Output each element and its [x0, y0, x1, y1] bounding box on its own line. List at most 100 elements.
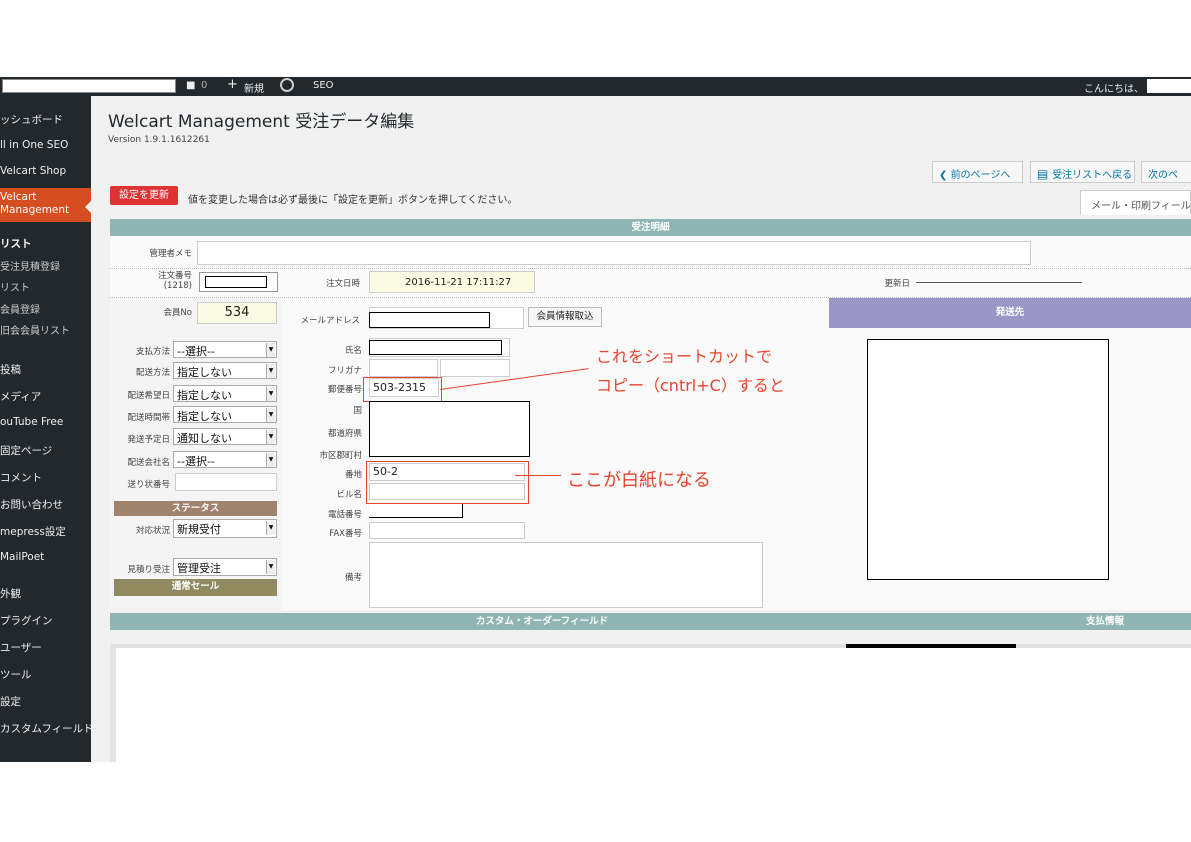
sidebar-item-dashboard[interactable]: ッシュボード [0, 112, 63, 127]
sidebar-sub-list[interactable]: リスト [0, 279, 30, 294]
greeting[interactable]: こんにちは、 [1084, 80, 1144, 95]
annotation-blank-note: ここが白紙になる [567, 470, 711, 491]
fax-input[interactable] [369, 522, 525, 539]
new-menu[interactable]: 新規 [244, 80, 264, 95]
furigana-last-input[interactable] [369, 359, 438, 377]
delivery-method-select[interactable]: 指定しない ▼ [173, 362, 277, 379]
carrier-select[interactable]: --選択-- ▼ [173, 451, 277, 468]
chevron-down-icon: ▼ [266, 343, 275, 357]
update-settings-button[interactable]: 設定を更新 [110, 186, 178, 205]
sidebar-item-welcart-shop[interactable]: Velcart Shop [0, 165, 66, 177]
delivery-time-label: 配送時間帯 [127, 413, 170, 423]
address-label: 番地 [344, 470, 362, 480]
zip-label: 郵便番号 [327, 385, 362, 395]
sidebar-sub-member-register[interactable]: 会員登録 [0, 301, 40, 316]
sidebar-item-media[interactable]: メディア [0, 389, 41, 404]
sidebar-item-aioseo[interactable]: ll in One SEO [0, 139, 68, 151]
sidebar-item-settings[interactable]: 設定 [0, 694, 21, 709]
next-page-button[interactable]: 次のペ [1141, 161, 1191, 183]
delivery-date-label: 配送希望日 [127, 391, 170, 401]
sidebar-item-pages[interactable]: 固定ページ [0, 443, 52, 458]
status-select[interactable]: 新規受付 ▼ [173, 519, 277, 538]
ship-schedule-label: 発送予定日 [127, 435, 170, 445]
prev-page-button[interactable]: ❮ 前のページへ [932, 161, 1023, 183]
chevron-down-icon: ▼ [266, 453, 275, 467]
shipping-to-header: 発送先 [829, 298, 1191, 328]
lower-redacted-bar [846, 644, 1016, 648]
admin-bar: ■ 0 + 新規 SEO こんにちは、 [0, 77, 1191, 96]
member-fetch-button[interactable]: 会員情報取込 [528, 307, 602, 327]
email-redacted [369, 312, 490, 328]
status-label: 対応状況 [135, 526, 170, 536]
chevron-down-icon: ▼ [266, 364, 275, 378]
admin-memo-input[interactable] [197, 241, 1031, 265]
sidebar-item-custom-fields[interactable]: カスタムフィールド [0, 721, 94, 736]
sidebar-item-mailpoet[interactable]: MailPoet [0, 551, 44, 563]
order-number-sub: (1218) [163, 281, 192, 291]
sale-header: 通常セール [114, 579, 277, 596]
sidebar-item-posts[interactable]: 投稿 [0, 362, 21, 377]
seo-gear-icon[interactable] [280, 78, 294, 92]
address-highlight [366, 461, 529, 504]
site-name-redacted[interactable] [2, 79, 176, 93]
sidebar-sub-list-header[interactable]: リスト [0, 236, 32, 251]
chevron-down-icon: ▼ [266, 521, 275, 535]
screenshot-stage: ■ 0 + 新規 SEO こんにちは、 ッシュボード ll in One SEO… [0, 0, 1191, 842]
user-name-redacted[interactable] [1147, 79, 1191, 93]
delivery-time-select[interactable]: 指定しない ▼ [173, 406, 277, 423]
sidebar-item-tools[interactable]: ツール [0, 667, 32, 682]
chevron-down-icon: ▼ [266, 430, 275, 444]
shipping-address-redacted [867, 339, 1109, 580]
annotation-copy-line2: コピー（cntrl+C）すると [596, 376, 785, 395]
sidebar: ッシュボード ll in One SEO Velcart Shop Velcar… [0, 96, 94, 762]
sidebar-item-plugins[interactable]: プラグイン [0, 613, 53, 628]
payment-info-header: 支払情報 [1085, 616, 1124, 627]
chevron-down-icon: ▼ [266, 408, 275, 422]
sidebar-item-welcart-management[interactable]: Velcart Management [0, 188, 91, 222]
sidebar-item-appearance[interactable]: 外観 [0, 586, 21, 601]
furigana-first-input[interactable] [440, 359, 510, 377]
country-label: 国 [353, 406, 362, 416]
payment-method-select[interactable]: --選択-- ▼ [173, 341, 277, 358]
order-detail-header: 受注明細 [110, 219, 1191, 236]
comments-count: 0 [201, 80, 208, 91]
seo-menu[interactable]: SEO [313, 80, 334, 91]
ship-schedule-select[interactable]: 通知しない ▼ [173, 428, 277, 445]
updated-date-label: 更新日 [884, 279, 910, 289]
status-header: ステータス [114, 501, 277, 516]
chevron-left-icon: ❮ [939, 170, 951, 181]
updated-date-line [916, 282, 1082, 283]
sidebar-sub-order-estimate[interactable]: 受注見積登録 [0, 258, 60, 273]
order-date-label: 注文日時 [325, 279, 360, 289]
annotation-copy-line1: これをショートカットで [596, 347, 773, 366]
furigana-label: フリガナ [327, 366, 362, 376]
tracking-number-label: 送り状番号 [127, 480, 170, 490]
version-text: Version 1.9.1.1612261 [108, 135, 210, 145]
sidebar-item-mepress[interactable]: mepress設定 [0, 524, 66, 539]
plus-icon[interactable]: + [227, 77, 238, 92]
member-no-value: 534 [197, 302, 277, 324]
comment-icon[interactable]: ■ [186, 80, 195, 91]
sidebar-item-youtube-free[interactable]: ouTube Free [0, 416, 63, 428]
prefecture-label: 都道府県 [327, 429, 362, 439]
sidebar-sub-old-member-list[interactable]: 旧会会員リスト [0, 322, 70, 337]
tracking-number-input[interactable] [175, 473, 277, 491]
row-divider [110, 268, 1191, 269]
sidebar-item-comments[interactable]: コメント [0, 470, 42, 485]
sidebar-item-users[interactable]: ユーザー [0, 640, 42, 655]
city-label: 市区郡町村 [319, 451, 362, 461]
lower-panel [110, 644, 1191, 762]
order-number-label: 注文番号 [157, 271, 192, 281]
estimate-select[interactable]: 管理受注 ▼ [173, 558, 277, 576]
phone-redacted [369, 504, 463, 518]
back-to-list-button[interactable]: ▤ 受注リストへ戻る [1030, 161, 1135, 183]
zip-highlight [363, 377, 442, 402]
remarks-textarea[interactable] [369, 542, 763, 608]
sidebar-item-contact[interactable]: お問い合わせ [0, 497, 63, 512]
mail-print-tab[interactable]: メール・印刷フィール [1080, 190, 1191, 215]
order-number-redacted [205, 276, 267, 288]
active-menu-pointer [85, 200, 92, 214]
order-date-value: 2016-11-21 17:11:27 [369, 271, 535, 293]
payment-method-label: 支払方法 [135, 347, 170, 357]
delivery-date-select[interactable]: 指定しない ▼ [173, 385, 277, 402]
